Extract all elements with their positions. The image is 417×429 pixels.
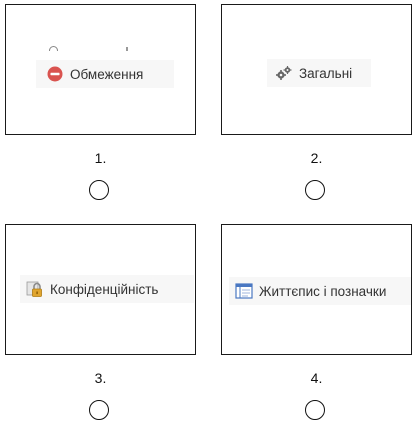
menu-item-timeline: Життєпис і позначки <box>229 277 411 305</box>
menu-item-label: Загальні <box>299 65 353 81</box>
menu-item-label: Обмеження <box>70 66 144 82</box>
option-1-radio[interactable] <box>89 180 109 200</box>
option-4-image: Життєпис і позначки <box>221 224 412 355</box>
option-4: Життєпис і позначки 4. <box>221 224 412 429</box>
cropped-text-fragment <box>126 47 128 51</box>
no-entry-icon <box>46 65 64 83</box>
option-2-radio[interactable] <box>305 180 325 200</box>
menu-item-privacy: Конфіденційність <box>20 275 194 303</box>
menu-item-general: Загальні <box>267 59 371 87</box>
menu-item-label: Життєпис і позначки <box>259 283 387 299</box>
option-2: Загальні 2. <box>221 4 412 217</box>
option-number: 3. <box>94 370 107 386</box>
option-number: 4. <box>310 370 323 386</box>
gears-icon <box>275 64 293 82</box>
option-3-radio[interactable] <box>89 400 109 420</box>
option-3: Конфіденційність 3. <box>5 224 196 429</box>
menu-item-restrictions: Обмеження <box>36 60 174 88</box>
menu-item-label: Конфіденційність <box>50 281 159 297</box>
option-4-radio[interactable] <box>305 400 325 420</box>
cropped-icon <box>49 46 58 51</box>
timeline-icon <box>235 282 253 300</box>
option-1-image: Обмеження <box>5 4 196 135</box>
option-2-image: Загальні <box>221 4 412 135</box>
cropped-menu-row <box>48 43 138 51</box>
option-3-image: Конфіденційність <box>5 224 196 355</box>
option-number: 2. <box>310 150 323 166</box>
padlock-icon <box>26 280 44 298</box>
option-1: Обмеження 1. <box>5 4 196 217</box>
option-number: 1. <box>94 150 107 166</box>
quiz-options: Обмеження 1. Загальні 2. Конфіденційніст… <box>0 0 417 429</box>
